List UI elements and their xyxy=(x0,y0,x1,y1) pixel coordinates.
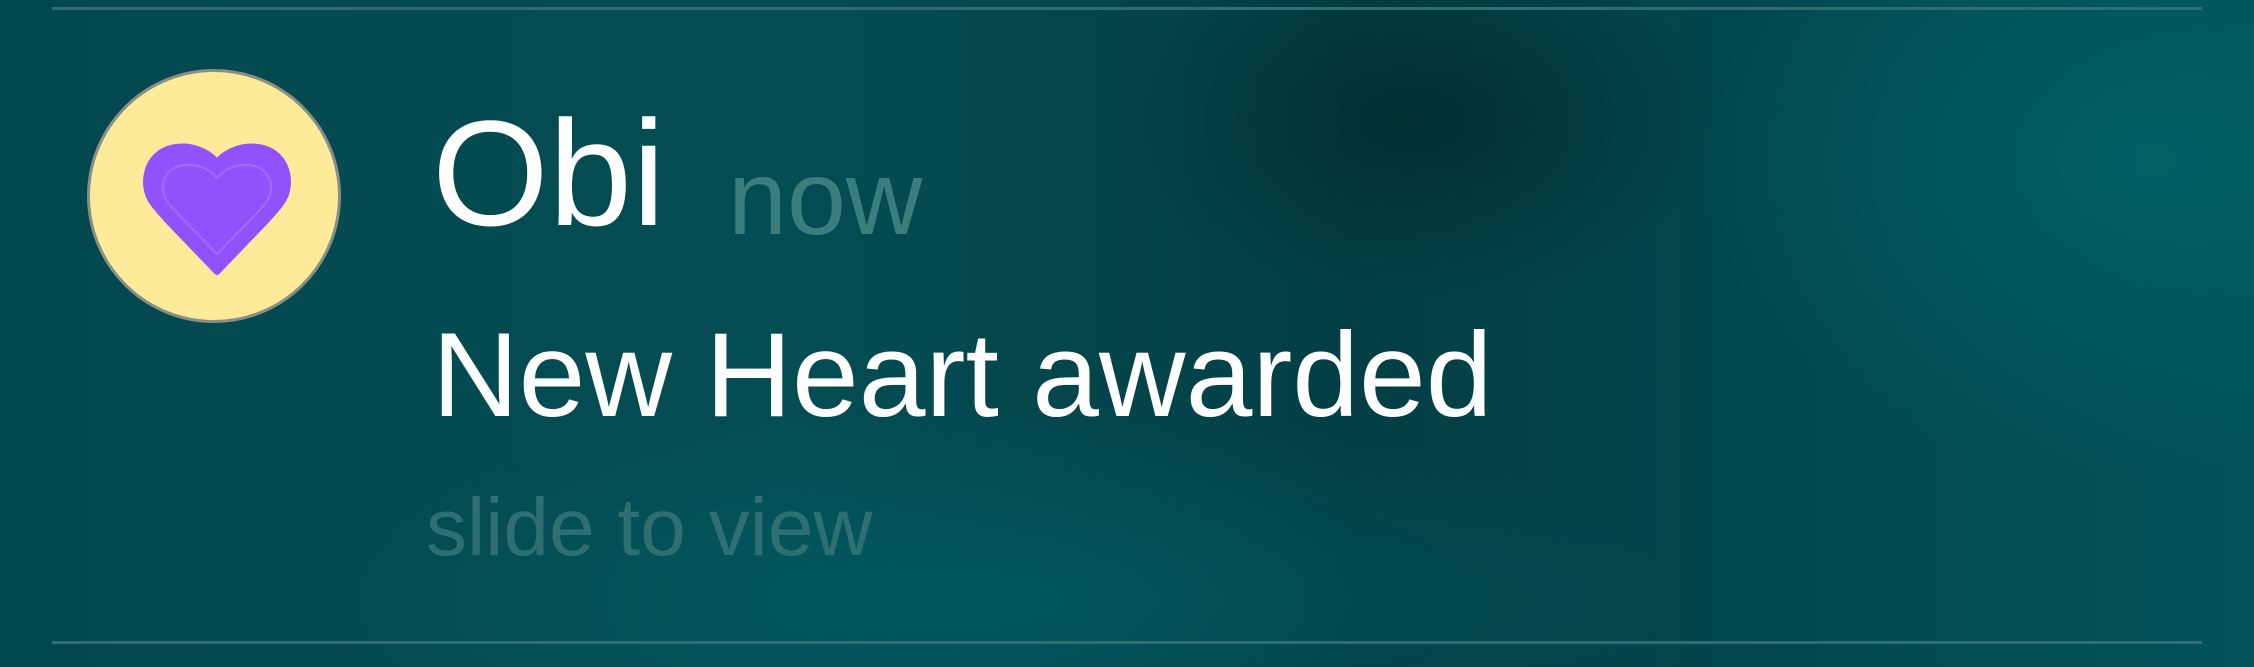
sender-name: Obi xyxy=(432,89,666,257)
heart-icon xyxy=(143,143,291,275)
timestamp: now xyxy=(728,139,923,257)
bottom-divider xyxy=(52,641,2202,644)
notification-message: New Heart awarded xyxy=(432,308,1493,442)
top-divider xyxy=(52,7,2202,10)
avatar xyxy=(87,69,341,323)
notification-card[interactable]: Obi now New Heart awarded slide to view xyxy=(0,0,2254,667)
slide-to-view-hint[interactable]: slide to view xyxy=(426,487,873,569)
